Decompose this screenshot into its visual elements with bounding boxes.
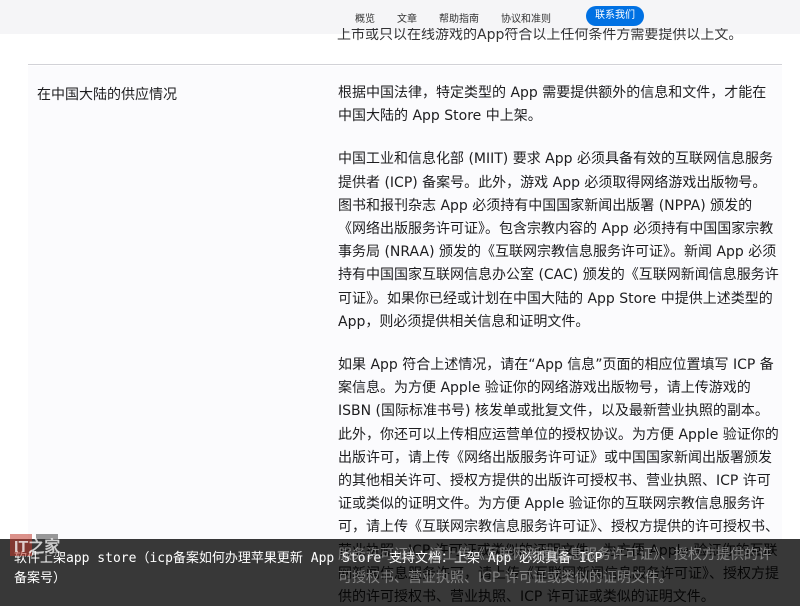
ithome-logo-watermark: IT之家 xyxy=(10,534,61,556)
paragraph-requirements: 中国工业和信息化部 (MIIT) 要求 App 必须具备有效的互联网信息服务提供… xyxy=(338,151,779,330)
section-divider xyxy=(28,64,782,65)
nav-link-articles[interactable]: 文章 xyxy=(397,10,417,25)
nav-link-agreements-guidelines[interactable]: 协议和准则 xyxy=(501,10,551,25)
nav-link-overview[interactable]: 概览 xyxy=(355,10,375,25)
section-content: 根据中国法律，特定类型的 App 需要提供额外的信息和文件，才能在中国大陆的 A… xyxy=(338,82,780,609)
contact-us-button[interactable]: 联系我们 xyxy=(586,6,644,26)
text-under-caption: 服务许可证》、请上传《互联网新闻信息服务许可证》、授权方提供的许可授权书、营业执… xyxy=(338,547,772,587)
logo-wordmark: IT之家 xyxy=(14,537,61,556)
paragraph-intro: 根据中国法律，特定类型的 App 需要提供额外的信息和文件，才能在中国大陆的 A… xyxy=(338,85,767,125)
nav-link-help-guides[interactable]: 帮助指南 xyxy=(439,10,479,25)
section-title: 在中国大陆的供应情况 xyxy=(37,87,177,103)
cut-off-previous-text: 上市或只以在线游戏的App符合以上任何条件方需要提供以上文。 xyxy=(337,28,743,42)
